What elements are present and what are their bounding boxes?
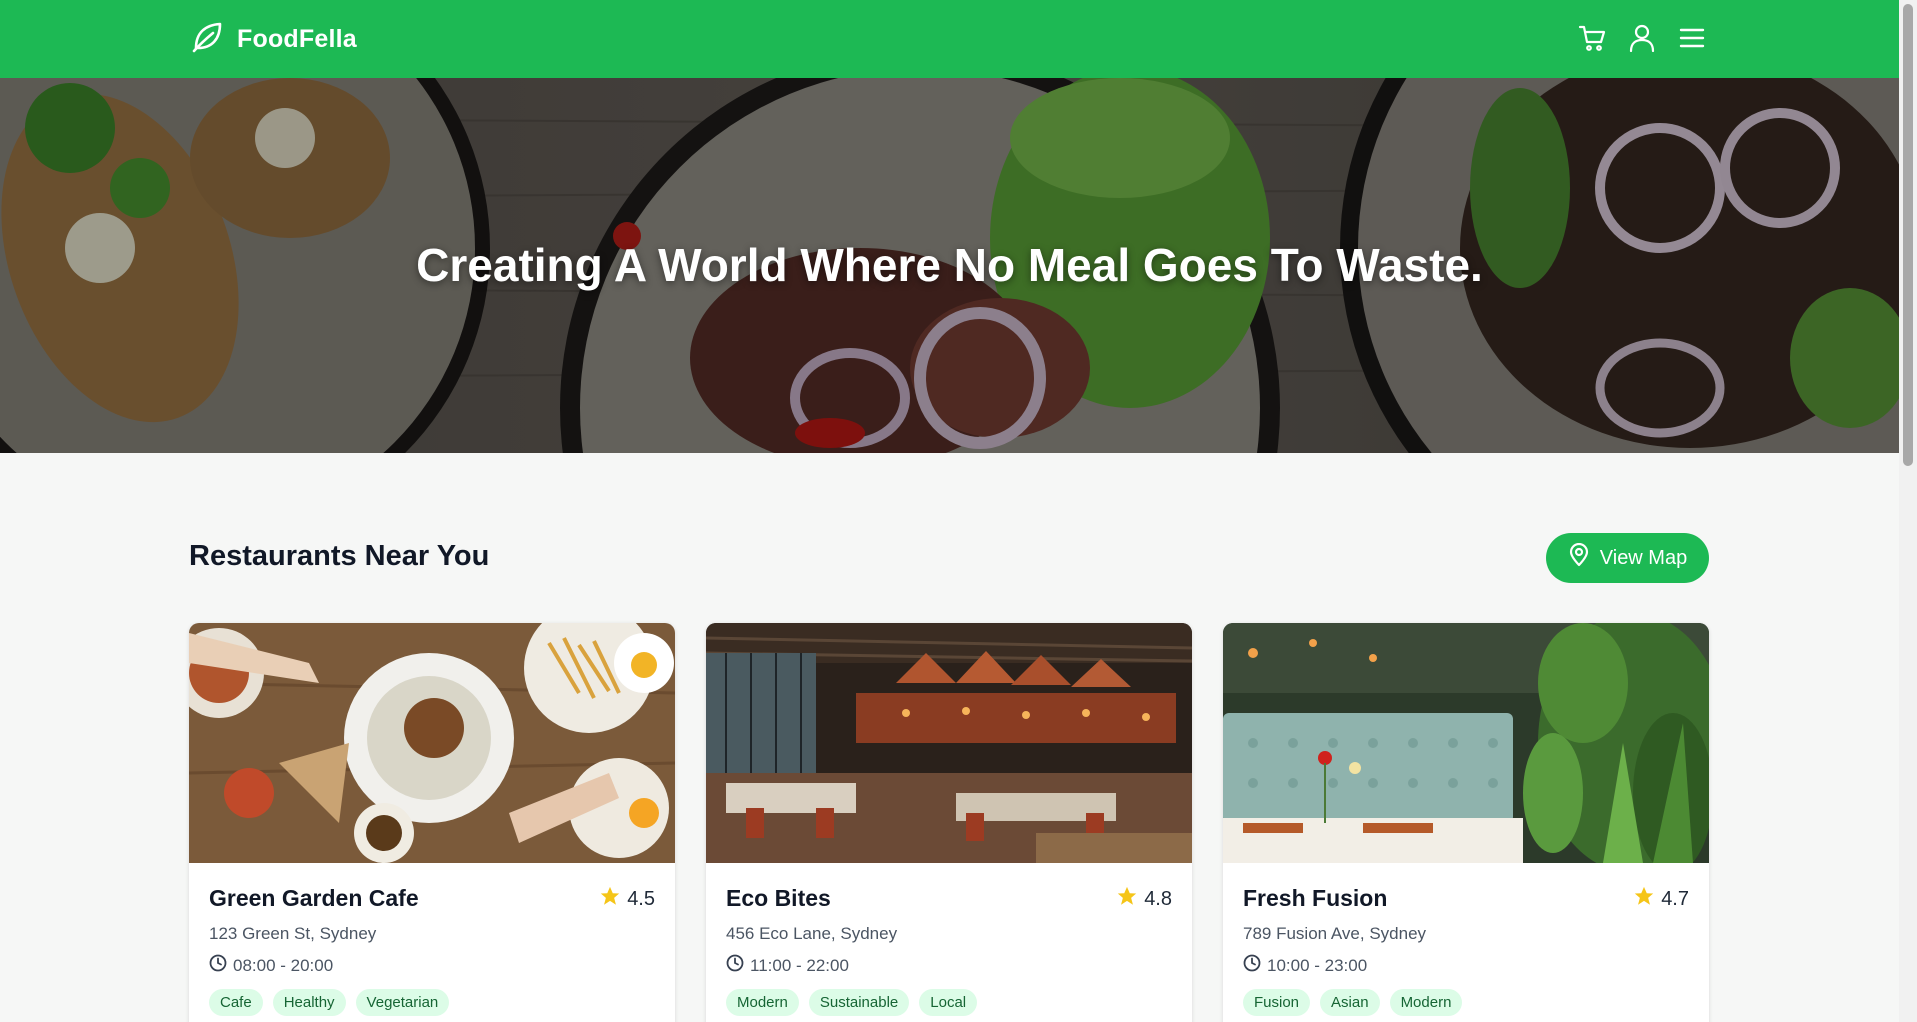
rating: 4.5 — [599, 885, 655, 913]
restaurant-address: 456 Eco Lane, Sydney — [726, 924, 898, 943]
tag-list: Modern Sustainable Local — [726, 989, 1172, 1016]
restaurant-card[interactable]: Green Garden Cafe 4.5 123 Green St, Sydn… — [189, 623, 675, 1022]
restaurant-image — [189, 623, 675, 863]
tag[interactable]: Cafe — [209, 989, 263, 1016]
tag[interactable]: Local — [919, 989, 978, 1016]
tag[interactable]: Asian — [1320, 989, 1380, 1016]
star-icon — [1633, 885, 1655, 913]
tag[interactable]: Sustainable — [808, 989, 910, 1016]
rating: 4.8 — [1116, 885, 1172, 913]
restaurant-address: 123 Green St, Sydney — [209, 924, 377, 943]
tag[interactable]: Vegetarian — [355, 989, 450, 1016]
hours-text: 10:00 - 23:00 — [1267, 955, 1368, 975]
view-map-button[interactable]: View Map — [1546, 533, 1709, 583]
tag[interactable]: Fusion — [1243, 989, 1311, 1016]
section-title: Restaurants Near You — [189, 540, 490, 572]
user-icon[interactable] — [1628, 22, 1656, 54]
star-icon — [599, 885, 621, 913]
rating-value: 4.7 — [1661, 887, 1689, 910]
rating-value: 4.5 — [627, 887, 655, 910]
view-map-label: View Map — [1599, 546, 1688, 569]
scrollbar-thumb[interactable] — [1903, 4, 1913, 466]
nav-actions — [1578, 22, 1706, 54]
restaurant-name: Fresh Fusion — [1243, 885, 1388, 911]
restaurant-name: Green Garden Cafe — [209, 885, 419, 911]
hours-text: 08:00 - 20:00 — [233, 955, 334, 975]
brand-logo[interactable]: FoodFella — [189, 19, 357, 60]
opening-hours: 11:00 - 22:00 — [726, 954, 1172, 977]
opening-hours: 10:00 - 23:00 — [1243, 954, 1689, 977]
top-navbar: FoodFella — [0, 0, 1899, 78]
clock-icon — [726, 954, 744, 977]
tag-list: Fusion Asian Modern — [1243, 989, 1689, 1016]
restaurant-card[interactable]: Eco Bites 4.8 456 Eco Lane, Sydney 11:00… — [706, 623, 1192, 1022]
star-icon — [1116, 885, 1138, 913]
brand-name: FoodFella — [237, 25, 357, 53]
restaurant-name: Eco Bites — [726, 885, 831, 911]
rating: 4.7 — [1633, 885, 1689, 913]
clock-icon — [1243, 954, 1261, 977]
restaurant-card[interactable]: Fresh Fusion 4.7 789 Fusion Ave, Sydney … — [1223, 623, 1709, 1022]
tag[interactable]: Modern — [1389, 989, 1463, 1016]
map-pin-icon — [1568, 542, 1590, 573]
tag-list: Cafe Healthy Vegetarian — [209, 989, 655, 1016]
restaurant-address: 789 Fusion Ave, Sydney — [1243, 924, 1427, 943]
menu-icon[interactable] — [1678, 22, 1706, 54]
leaf-icon — [189, 19, 225, 60]
tag[interactable]: Healthy — [272, 989, 346, 1016]
opening-hours: 08:00 - 20:00 — [209, 954, 655, 977]
page-scrollbar[interactable] — [1899, 0, 1917, 1022]
rating-value: 4.8 — [1144, 887, 1172, 910]
clock-icon — [209, 954, 227, 977]
restaurant-image — [1223, 623, 1709, 863]
hero-title: Creating A World Where No Meal Goes To W… — [416, 239, 1483, 291]
hours-text: 11:00 - 22:00 — [750, 955, 849, 975]
restaurant-image — [706, 623, 1192, 863]
cart-icon[interactable] — [1578, 22, 1606, 54]
hero-banner: Creating A World Where No Meal Goes To W… — [0, 78, 1899, 453]
tag[interactable]: Modern — [726, 989, 799, 1016]
